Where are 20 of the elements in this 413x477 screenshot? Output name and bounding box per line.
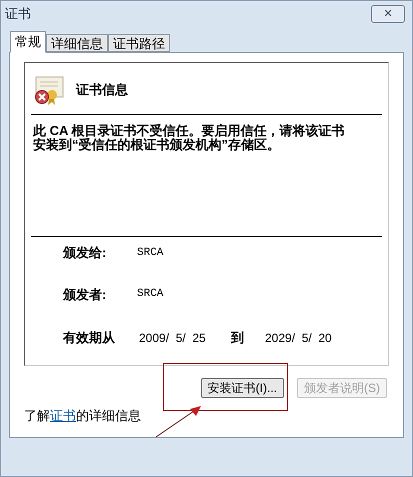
date-separator: 到	[231, 329, 245, 347]
certificate-link[interactable]: 证书	[50, 408, 76, 423]
window-title: 证书	[5, 5, 31, 24]
validity-label: 有效期从	[63, 329, 116, 347]
date-value: 2009/ 5/ 25	[139, 330, 207, 347]
field-label: 颁发者:	[63, 286, 108, 304]
tab[interactable]: 详细信息	[46, 34, 108, 52]
tab[interactable]: 证书路径	[108, 34, 170, 52]
tab[interactable]: 常规	[10, 31, 46, 53]
close-button[interactable]: ✕	[371, 5, 405, 23]
certificate-heading: 证书信息	[76, 81, 128, 100]
dialog-button[interactable]: 安装证书(I)...	[200, 378, 284, 398]
learn-more-text: 了解证书的详细信息	[24, 407, 141, 425]
trust-warning: 此 CA 根目录证书不受信任。要启用信任，请将该证书安装到“受信任的根证书颁发机构”存储区。	[33, 124, 345, 152]
annotation-arrow	[154, 403, 204, 439]
field-value: SRCA	[137, 287, 164, 302]
field-label: 颁发给:	[63, 244, 108, 262]
date-value: 2029/ 5/ 20	[265, 330, 332, 347]
certificate-error-icon	[33, 74, 65, 106]
field-value: SRCA	[137, 246, 164, 260]
